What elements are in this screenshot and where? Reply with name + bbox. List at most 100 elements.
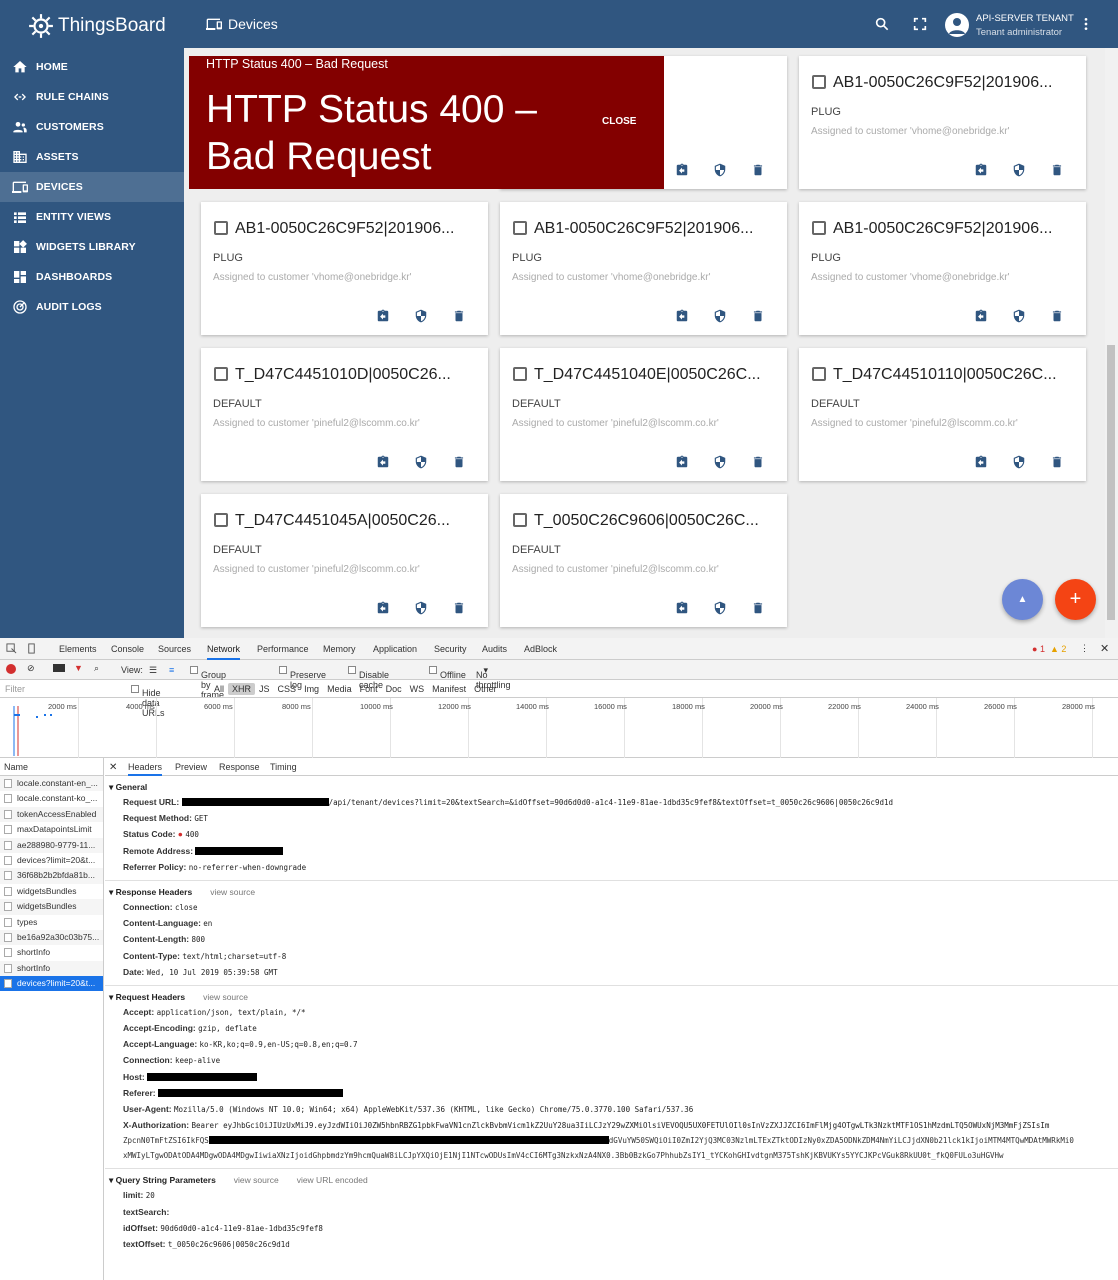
credentials-shield-icon[interactable] bbox=[713, 454, 727, 470]
delete-icon[interactable] bbox=[1050, 308, 1064, 324]
credentials-shield-icon[interactable] bbox=[1012, 308, 1026, 324]
query-params-header[interactable]: ▾ Query String Parameters view source view… bbox=[109, 1173, 1118, 1187]
device-card[interactable]: T_D47C4451040E|0050C26C... DEFAULT Assigne… bbox=[500, 348, 787, 481]
filter-type-doc[interactable]: Doc bbox=[382, 683, 406, 695]
device-checkbox[interactable] bbox=[214, 221, 228, 235]
sidebar-item-devices[interactable]: DEVICES bbox=[0, 172, 184, 202]
sidebar-item-widgets-library[interactable]: WIDGETS LIBRARY bbox=[0, 232, 184, 262]
request-row[interactable]: types bbox=[0, 915, 103, 930]
delete-icon[interactable] bbox=[1050, 162, 1064, 178]
device-checkbox[interactable] bbox=[513, 221, 527, 235]
disable-cache-checkbox[interactable]: Disable cache bbox=[348, 665, 389, 690]
sidebar-item-audit-logs[interactable]: AUDIT LOGS bbox=[0, 292, 184, 322]
assign-to-customer-icon[interactable] bbox=[376, 454, 390, 470]
tab-console[interactable]: Console bbox=[111, 644, 144, 654]
network-overview[interactable]: 2000 ms 4000 ms 6000 ms 8000 ms 10000 ms 1200… bbox=[0, 698, 1118, 758]
search-icon[interactable] bbox=[874, 16, 890, 32]
filter-type-manifest[interactable]: Manifest bbox=[428, 683, 470, 695]
device-card[interactable]: T_D47C44510110|0050C26C... DEFAULT Assigne… bbox=[799, 348, 1086, 481]
query-view-source-link[interactable]: view source bbox=[234, 1175, 279, 1185]
add-device-button[interactable]: + bbox=[1055, 579, 1096, 620]
device-checkbox[interactable] bbox=[513, 367, 527, 381]
tab-audits[interactable]: Audits bbox=[482, 644, 507, 654]
hide-data-urls-checkbox[interactable]: Hide data URLs bbox=[131, 684, 165, 718]
filter-type-css[interactable]: CSS bbox=[274, 683, 301, 695]
group-by-frame-checkbox[interactable]: Group by frame bbox=[190, 665, 226, 700]
scrollbar-thumb[interactable] bbox=[1107, 345, 1115, 620]
toast-close-button[interactable]: CLOSE bbox=[602, 116, 636, 127]
request-row[interactable]: devices?limit=20&t... bbox=[0, 853, 103, 868]
view-url-encoded-link[interactable]: view URL encoded bbox=[297, 1175, 368, 1185]
sidebar-item-home[interactable]: HOME bbox=[0, 52, 184, 82]
credentials-shield-icon[interactable] bbox=[713, 600, 727, 616]
tab-security[interactable]: Security bbox=[434, 644, 467, 654]
request-view-source-link[interactable]: view source bbox=[203, 992, 248, 1002]
device-card[interactable]: T_D47C4451010D|0050C26... DEFAULT Assigned… bbox=[201, 348, 488, 481]
devtools-menu-icon[interactable]: ⋮ bbox=[1080, 643, 1089, 654]
request-row[interactable]: locale.constant-en_... bbox=[0, 776, 103, 792]
more-vert-icon[interactable] bbox=[1078, 16, 1094, 32]
tab-network[interactable]: Network bbox=[207, 644, 241, 660]
sidebar-item-assets[interactable]: ASSETS bbox=[0, 142, 184, 172]
delete-icon[interactable] bbox=[1050, 454, 1064, 470]
request-row[interactable]: tokenAccessEnabled bbox=[0, 806, 103, 823]
device-card[interactable]: AB1-0050C26C9F52|201906... PLUG Assigned t… bbox=[799, 202, 1086, 335]
delete-icon[interactable] bbox=[452, 600, 466, 616]
credentials-shield-icon[interactable] bbox=[414, 454, 428, 470]
tab-memory[interactable]: Memory bbox=[323, 644, 356, 654]
request-row[interactable]: locale.constant-ko_... bbox=[0, 791, 103, 806]
request-row[interactable]: shortInfo bbox=[0, 960, 103, 977]
device-card[interactable]: T_0050C26C9606|0050C26C... DEFAULT Assigne… bbox=[500, 494, 787, 627]
credentials-shield-icon[interactable] bbox=[414, 600, 428, 616]
credentials-shield-icon[interactable] bbox=[1012, 162, 1026, 178]
delete-icon[interactable] bbox=[452, 454, 466, 470]
assign-to-customer-icon[interactable] bbox=[974, 162, 988, 178]
assign-to-customer-icon[interactable] bbox=[974, 454, 988, 470]
tab-timing[interactable]: Timing bbox=[270, 762, 297, 772]
tab-sources[interactable]: Sources bbox=[158, 644, 191, 654]
filter-type-all[interactable]: All bbox=[210, 683, 228, 695]
filter-icon[interactable]: ▼ bbox=[74, 663, 83, 673]
preserve-log-checkbox[interactable]: Preserve log bbox=[279, 665, 326, 690]
tab-preview[interactable]: Preview bbox=[175, 762, 207, 772]
response-view-source-link[interactable]: view source bbox=[210, 887, 255, 897]
large-rows-icon[interactable]: ☰ bbox=[149, 665, 157, 676]
brand-logo[interactable]: ThingsBoard bbox=[0, 0, 184, 52]
credentials-shield-icon[interactable] bbox=[713, 162, 727, 178]
delete-icon[interactable] bbox=[751, 308, 765, 324]
request-headers-header[interactable]: ▾ Request Headers view source bbox=[109, 990, 1118, 1004]
search-network-icon[interactable]: ⌕ bbox=[94, 663, 99, 674]
credentials-shield-icon[interactable] bbox=[414, 308, 428, 324]
device-toolbar-icon[interactable] bbox=[26, 643, 37, 654]
tab-headers[interactable]: Headers bbox=[128, 762, 163, 776]
assign-to-customer-icon[interactable] bbox=[675, 308, 689, 324]
delete-icon[interactable] bbox=[751, 454, 765, 470]
filter-type-xhr[interactable]: XHR bbox=[228, 683, 256, 695]
request-row[interactable]: maxDatapointsLimit bbox=[0, 822, 103, 837]
sidebar-item-rule-chains[interactable]: RULE CHAINS bbox=[0, 82, 184, 112]
avatar[interactable] bbox=[945, 13, 969, 37]
device-card[interactable]: AB1-0050C26C9F52|201906... PLUG Assigned t… bbox=[799, 56, 1086, 189]
waterfall-icon[interactable]: ≡ bbox=[169, 665, 174, 675]
device-card[interactable]: AB1-0050C26C9F52|201906... PLUG Assigned t… bbox=[500, 202, 787, 335]
sidebar-item-dashboards[interactable]: DASHBOARDS bbox=[0, 262, 184, 292]
request-row[interactable]: widgetsBundles bbox=[0, 899, 103, 915]
error-count[interactable]: ● 1 bbox=[1032, 644, 1045, 654]
request-row[interactable]: shortInfo bbox=[0, 945, 103, 960]
device-checkbox[interactable] bbox=[812, 221, 826, 235]
tab-application[interactable]: Application bbox=[373, 644, 417, 654]
filter-type-other[interactable]: Other bbox=[470, 683, 501, 695]
filter-type-js[interactable]: JS bbox=[255, 683, 274, 695]
request-row[interactable]: devices?limit=20&t... bbox=[0, 976, 103, 992]
device-checkbox[interactable] bbox=[214, 367, 228, 381]
request-list-header[interactable]: Name bbox=[0, 758, 103, 776]
close-detail-icon[interactable]: ✕ bbox=[109, 762, 117, 773]
fullscreen-icon[interactable] bbox=[912, 16, 928, 32]
request-row[interactable]: 36f68b2b2bfda81b... bbox=[0, 868, 103, 884]
device-checkbox[interactable] bbox=[214, 513, 228, 527]
assign-to-customer-icon[interactable] bbox=[675, 162, 689, 178]
throttling-select[interactable]: No throttling ▾ bbox=[476, 665, 511, 690]
inspect-icon[interactable] bbox=[6, 643, 17, 654]
warning-count[interactable]: ▲ 2 bbox=[1050, 644, 1066, 654]
delete-icon[interactable] bbox=[452, 308, 466, 324]
